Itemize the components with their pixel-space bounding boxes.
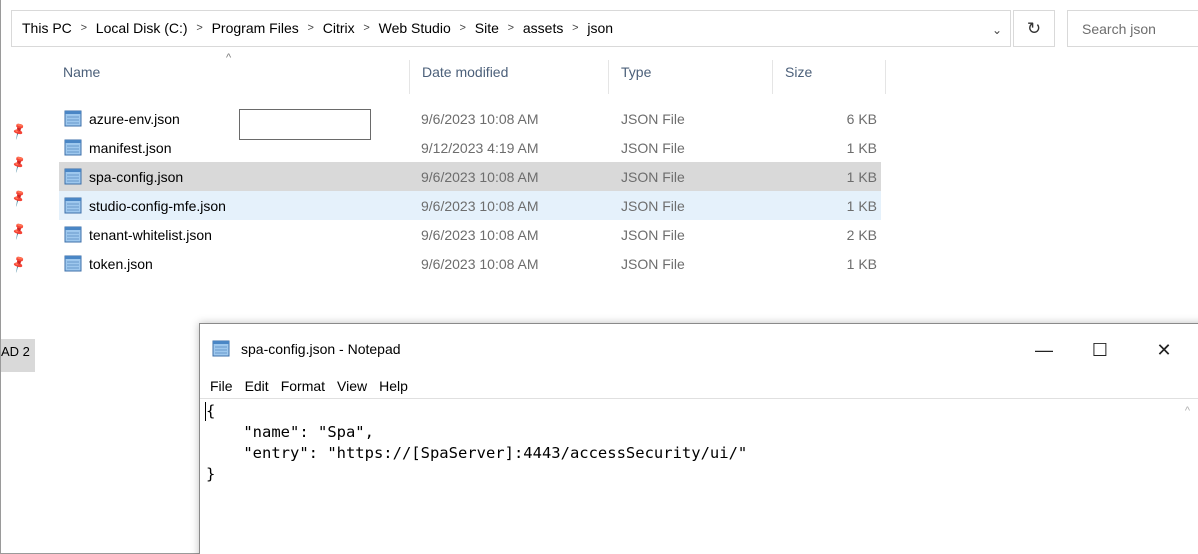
file-name[interactable]: azure-env.json [89, 111, 180, 127]
column-header-size[interactable]: Size [785, 64, 812, 80]
breadcrumb-item[interactable]: json [585, 20, 615, 36]
notepad-window[interactable]: spa-config.json - Notepad — ☐ ✕ File Edit… [199, 323, 1198, 554]
file-name[interactable]: tenant-whitelist.json [89, 227, 212, 243]
file-list: azure-env.json 9/6/2023 10:08 AM JSON File… [59, 104, 881, 278]
notepad-menubar: File Edit Format View Help [200, 374, 414, 398]
vertical-scrollbar[interactable]: ^ [1182, 399, 1198, 554]
file-size: 1 KB [846, 139, 877, 156]
file-size: 1 KB [846, 197, 877, 214]
file-type: JSON File [621, 110, 685, 127]
file-name[interactable]: token.json [89, 256, 153, 272]
pin-icon[interactable]: 📌 [9, 221, 29, 241]
file-name[interactable]: spa-config.json [89, 169, 183, 185]
maximize-icon: ☐ [1091, 339, 1109, 360]
json-file-icon [64, 168, 82, 185]
notepad-titlebar[interactable]: spa-config.json - Notepad — ☐ ✕ [200, 324, 1198, 374]
column-header-date[interactable]: Date modified [422, 64, 508, 80]
file-name[interactable]: manifest.json [89, 140, 171, 156]
file-date-modified: 9/12/2023 4:19 AM [421, 139, 539, 156]
breadcrumb-item[interactable]: assets [521, 20, 565, 36]
breadcrumb-separator-icon[interactable]: > [301, 22, 321, 34]
column-divider[interactable] [409, 60, 410, 94]
close-icon: ✕ [1156, 339, 1172, 360]
json-file-icon [64, 255, 82, 272]
file-row[interactable]: azure-env.json 9/6/2023 10:08 AM JSON File… [59, 104, 881, 133]
file-date-modified: 9/6/2023 10:08 AM [421, 255, 539, 272]
file-type: JSON File [621, 168, 685, 185]
breadcrumb-separator-icon[interactable]: > [501, 22, 521, 34]
file-row[interactable]: spa-config.json 9/6/2023 10:08 AM JSON Fil… [59, 162, 881, 191]
pin-icon[interactable]: 📌 [9, 254, 29, 274]
menu-edit[interactable]: Edit [239, 374, 275, 398]
file-date-modified: 9/6/2023 10:08 AM [421, 110, 539, 127]
menu-help[interactable]: Help [373, 374, 414, 398]
pin-icon[interactable]: 📌 [9, 121, 29, 141]
nav-item-label[interactable]: AD 2 [1, 344, 30, 359]
file-row[interactable]: token.json 9/6/2023 10:08 AM JSON File 1 KB [59, 249, 881, 278]
column-divider[interactable] [885, 60, 886, 94]
column-divider[interactable] [608, 60, 609, 94]
search-input[interactable]: Search json [1067, 10, 1198, 47]
file-date-modified: 9/6/2023 10:08 AM [421, 168, 539, 185]
column-header-name[interactable]: Name [63, 64, 100, 80]
column-divider[interactable] [772, 60, 773, 94]
file-type: JSON File [621, 139, 685, 156]
breadcrumb-item[interactable]: Local Disk (C:) [94, 20, 190, 36]
breadcrumb-separator-icon[interactable]: > [357, 22, 377, 34]
refresh-button[interactable]: ↻ [1013, 10, 1055, 47]
notepad-title: spa-config.json - Notepad [241, 341, 401, 357]
address-bar[interactable]: This PC > Local Disk (C:) > Program Files > Ci… [11, 10, 1011, 47]
file-size: 2 KB [846, 226, 877, 243]
file-row[interactable]: studio-config-mfe.json 9/6/2023 10:08 AM J… [59, 191, 881, 220]
file-size: 1 KB [846, 168, 877, 185]
file-size: 6 KB [846, 110, 877, 127]
file-size: 1 KB [846, 255, 877, 272]
file-date-modified: 9/6/2023 10:08 AM [421, 197, 539, 214]
address-dropdown-icon[interactable]: ⌄ [992, 23, 1002, 37]
json-file-icon [64, 226, 82, 243]
sort-ascending-icon: ^ [226, 52, 232, 64]
breadcrumb: This PC > Local Disk (C:) > Program Files > Ci… [20, 20, 615, 36]
breadcrumb-item[interactable]: This PC [20, 20, 74, 36]
menu-format[interactable]: Format [275, 374, 331, 398]
search-placeholder: Search json [1082, 21, 1156, 37]
file-type: JSON File [621, 255, 685, 272]
file-row[interactable]: tenant-whitelist.json 9/6/2023 10:08 AM JS… [59, 220, 881, 249]
breadcrumb-separator-icon[interactable]: > [190, 22, 210, 34]
file-row[interactable]: manifest.json 9/12/2023 4:19 AM JSON File 1… [59, 133, 881, 162]
breadcrumb-separator-icon[interactable]: > [565, 22, 585, 34]
minimize-button[interactable]: — [1024, 336, 1064, 364]
breadcrumb-item[interactable]: Program Files [210, 20, 301, 36]
menu-file[interactable]: File [200, 374, 239, 398]
text-caret [205, 402, 206, 421]
file-content[interactable]: { "name": "Spa", "entry": "https://[SpaS… [206, 401, 747, 485]
breadcrumb-item[interactable]: Site [473, 20, 501, 36]
file-name[interactable]: studio-config-mfe.json [89, 198, 226, 214]
breadcrumb-item[interactable]: Citrix [321, 20, 357, 36]
column-header-type[interactable]: Type [621, 64, 651, 80]
refresh-icon: ↻ [1026, 18, 1042, 38]
close-button[interactable]: ✕ [1144, 336, 1184, 364]
pin-icon[interactable]: 📌 [9, 188, 29, 208]
json-file-icon [64, 110, 82, 127]
json-file-icon [64, 197, 82, 214]
notepad-document-icon [212, 340, 230, 357]
scroll-up-icon[interactable]: ^ [1185, 405, 1190, 417]
json-file-icon [64, 139, 82, 156]
notepad-text-area[interactable]: { "name": "Spa", "entry": "https://[SpaS… [200, 398, 1198, 554]
navigation-pane[interactable]: 📌 📌 📌 📌 📌 [1, 50, 35, 554]
menu-view[interactable]: View [331, 374, 373, 398]
breadcrumb-item[interactable]: Web Studio [377, 20, 453, 36]
pin-icon[interactable]: 📌 [9, 154, 29, 174]
file-date-modified: 9/6/2023 10:08 AM [421, 226, 539, 243]
minimize-icon: — [1035, 339, 1053, 360]
breadcrumb-separator-icon[interactable]: > [453, 22, 473, 34]
maximize-button[interactable]: ☐ [1080, 336, 1120, 364]
file-type: JSON File [621, 226, 685, 243]
breadcrumb-separator-icon[interactable]: > [74, 22, 94, 34]
file-type: JSON File [621, 197, 685, 214]
